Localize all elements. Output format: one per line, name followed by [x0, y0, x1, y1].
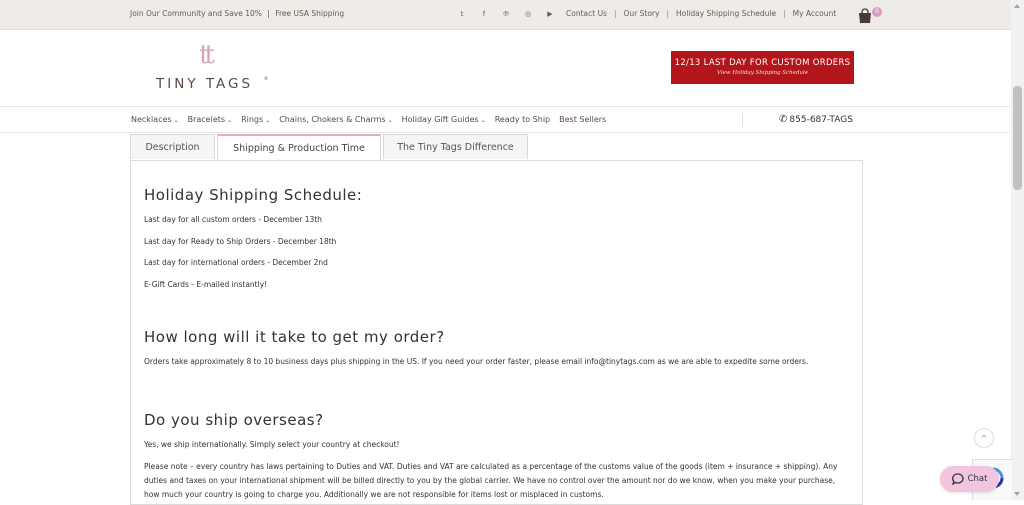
community-offer[interactable]: Join Our Community and Save 10%: [130, 9, 262, 18]
chat-label: Chat: [967, 474, 988, 484]
nav-label: Chains, Chokers & Charms: [279, 115, 386, 124]
nav-item-bracelets[interactable]: Bracelets ⌄: [188, 115, 232, 124]
nav-item-necklaces[interactable]: Necklaces ⌄: [131, 115, 179, 124]
nav-label: Best Sellers: [559, 115, 607, 124]
our-story-link[interactable]: Our Story: [624, 9, 660, 18]
how-long-heading: How long will it take to get my order?: [144, 328, 445, 346]
holiday-line: Last day for international orders - Dece…: [144, 258, 328, 267]
custom-orders-banner[interactable]: 12/13 LAST DAY FOR CUSTOM ORDERS View Ho…: [671, 51, 854, 84]
cart-button[interactable]: 0: [857, 6, 882, 24]
nav-item-best-sellers[interactable]: Best Sellers: [559, 115, 606, 124]
nav-label: Holiday Gift Guides: [401, 115, 479, 124]
promo-text: Join Our Community and Save 10% | Free U…: [130, 9, 344, 18]
facebook-icon[interactable]: f: [473, 8, 495, 20]
cart-count-badge: 0: [872, 7, 882, 17]
how-long-text: Orders take approximately 8 to 10 busine…: [144, 357, 809, 366]
tab-content-panel: Holiday Shipping Schedule: Last day for …: [130, 160, 863, 505]
instagram-icon[interactable]: ◎: [517, 8, 539, 20]
chevron-down-icon: ⌄: [265, 117, 271, 124]
nav-label: Ready to Ship: [494, 115, 551, 124]
social-links: 𝕥 f ℗ ◎ ▶: [451, 8, 561, 20]
chevron-down-icon: ⌄: [227, 117, 233, 124]
holiday-shipping-link[interactable]: Holiday Shipping Schedule: [676, 9, 776, 18]
link-divider: |: [783, 9, 786, 18]
phone-text: 855-687-TAGS: [789, 115, 853, 125]
back-to-top-button[interactable]: ^: [974, 428, 994, 448]
holiday-shipping-heading: Holiday Shipping Schedule:: [144, 186, 363, 204]
chevron-down-icon: ⌄: [173, 117, 179, 124]
banner-subline: View Holiday Shipping Schedule: [716, 70, 809, 76]
tab-description[interactable]: Description: [130, 134, 215, 159]
chevron-down-icon: ⌄: [480, 117, 486, 124]
product-tabs: Description Shipping & Production Time T…: [130, 134, 530, 161]
phone-icon: ✆: [779, 114, 788, 125]
nav-label: Bracelets: [187, 115, 226, 124]
chevron-up-icon: ^: [980, 433, 988, 443]
top-announcement-bar: Join Our Community and Save 10% | Free U…: [0, 0, 1024, 30]
pinterest-icon[interactable]: ℗: [495, 8, 517, 20]
phone-number[interactable]: ✆ 855-687-TAGS: [779, 114, 853, 125]
link-divider: |: [613, 9, 617, 18]
promo-separator: |: [267, 9, 270, 18]
holiday-line: Last day for Ready to Ship Orders - Dece…: [144, 237, 337, 246]
free-shipping-text: Free USA Shipping: [275, 9, 345, 18]
scroll-down-arrow-icon[interactable]: [1014, 492, 1020, 496]
nav-item-holiday-gift-guides[interactable]: Holiday Gift Guides ⌄: [402, 115, 486, 124]
logo-wordmark: TINY TAGS: [156, 76, 254, 92]
tab-shipping-production-time[interactable]: Shipping & Production Time: [217, 134, 381, 161]
nav-item-rings[interactable]: Rings ⌄: [241, 115, 270, 124]
shopping-bag-icon: [859, 8, 871, 23]
utility-links: Contact Us | Our Story | Holiday Shippin…: [566, 9, 836, 18]
link-divider: |: [666, 9, 669, 18]
chat-button[interactable]: Chat: [940, 466, 999, 492]
nav-label: Rings: [241, 115, 264, 124]
twitter-icon[interactable]: 𝕥: [451, 8, 473, 20]
page-scrollbar[interactable]: [1011, 0, 1024, 500]
nav-label: Necklaces: [131, 115, 172, 124]
holiday-line: E-Gift Cards - E-mailed instantly!: [144, 280, 268, 289]
overseas-note: Please note – every country has laws per…: [144, 462, 838, 499]
contact-us-link[interactable]: Contact Us: [566, 9, 607, 18]
tab-tiny-tags-difference[interactable]: The Tiny Tags Difference: [383, 134, 528, 159]
overseas-text: Yes, we ship internationally. Simply sel…: [144, 440, 400, 449]
my-account-link[interactable]: My Account: [793, 9, 837, 18]
logo-monogram: tt: [199, 40, 215, 70]
nav-item-chains-chokers-charms[interactable]: Chains, Chokers & Charms ⌄: [279, 115, 392, 124]
nav-item-ready-to-ship[interactable]: Ready to Ship: [495, 115, 550, 124]
nav-divider: [742, 113, 743, 127]
youtube-icon[interactable]: ▶: [539, 8, 561, 20]
scroll-up-arrow-icon[interactable]: [1014, 4, 1020, 8]
chat-bubble-icon: [951, 473, 964, 485]
holiday-line: Last day for all custom orders - Decembe…: [144, 215, 322, 224]
main-navigation: Necklaces ⌄ Bracelets ⌄ Rings ⌄ Chains, Cho…: [0, 106, 1011, 133]
site-logo[interactable]: tt TINY TAGS ®: [156, 40, 268, 96]
scrollbar-thumb[interactable]: [1013, 86, 1022, 190]
banner-headline: 12/13 LAST DAY FOR CUSTOM ORDERS: [674, 58, 851, 68]
overseas-heading: Do you ship overseas?: [144, 411, 324, 429]
logo-trademark: ®: [264, 76, 268, 81]
chevron-down-icon: ⌄: [387, 117, 393, 124]
